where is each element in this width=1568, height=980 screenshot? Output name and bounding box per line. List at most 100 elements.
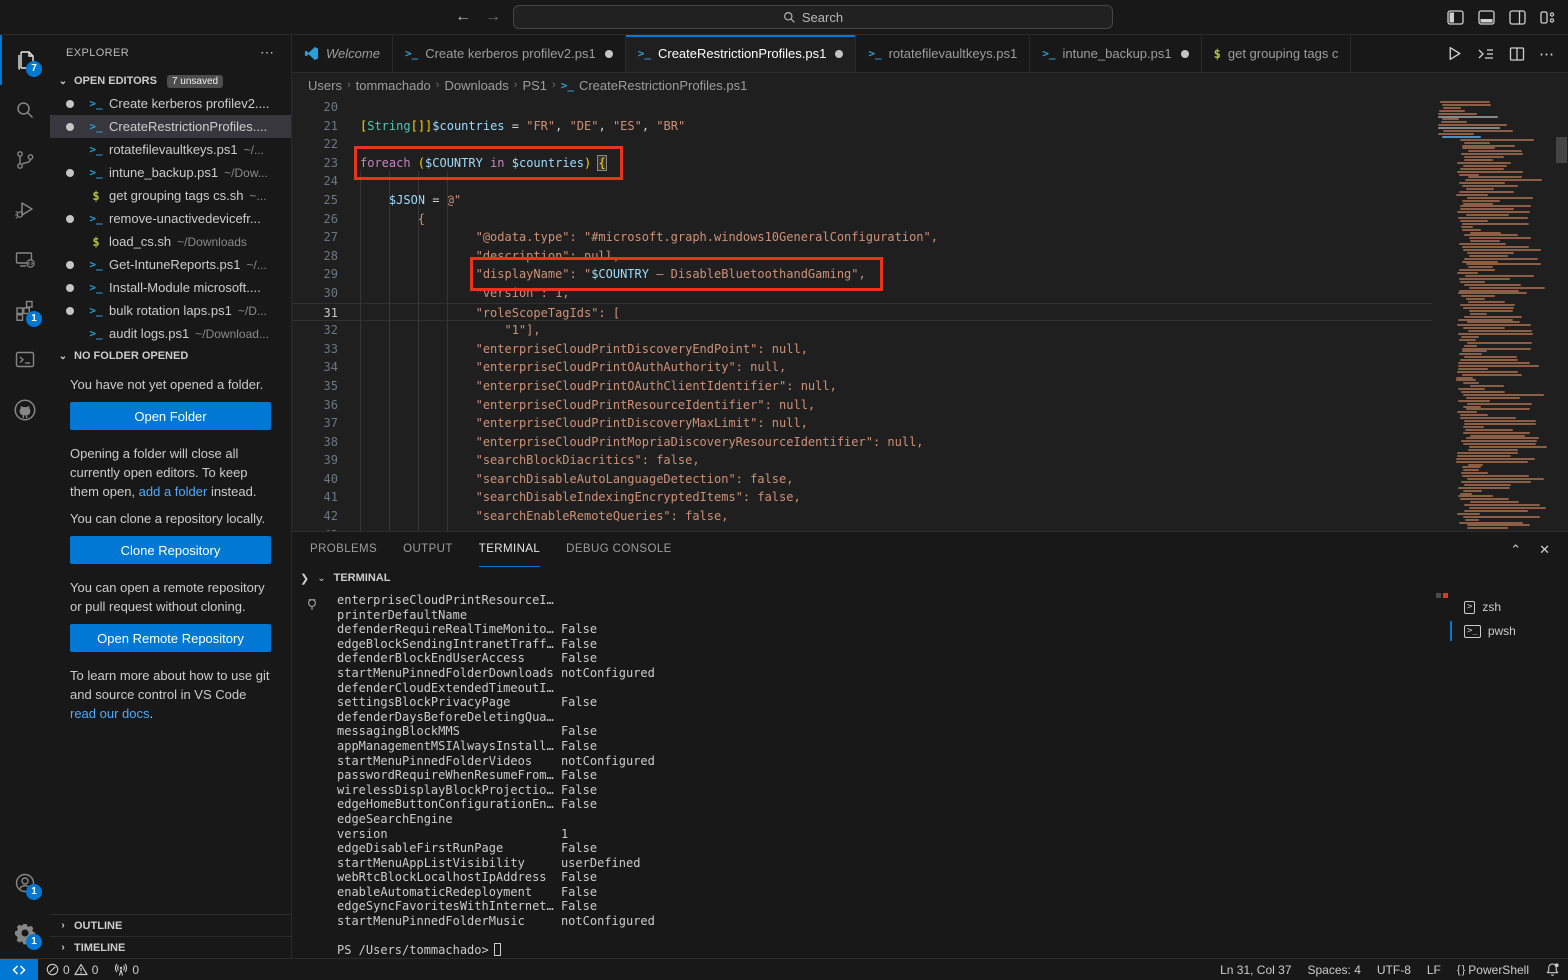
- cursor-position[interactable]: Ln 31, Col 37: [1212, 963, 1299, 977]
- line-number: 38: [292, 433, 338, 452]
- language-mode[interactable]: { } PowerShell: [1449, 963, 1537, 977]
- open-editor-item[interactable]: >_CreateRestrictionProfiles....: [50, 115, 291, 138]
- open-folder-button[interactable]: Open Folder: [70, 402, 271, 430]
- toggle-sidebar-icon[interactable]: [1447, 10, 1464, 25]
- breadcrumb-item[interactable]: tommachado: [356, 78, 431, 93]
- activity-github[interactable]: [0, 385, 50, 435]
- terminal-setting-value: False: [561, 768, 597, 782]
- panel-tab-debug-console[interactable]: DEBUG CONSOLE: [566, 532, 672, 567]
- minimap[interactable]: [1432, 97, 1554, 531]
- editor-scrollbar[interactable]: [1554, 97, 1568, 531]
- no-folder-header[interactable]: ⌄ NO FOLDER OPENED: [50, 345, 291, 367]
- activity-source-control[interactable]: [0, 135, 50, 185]
- panel-tab-problems[interactable]: PROBLEMS: [310, 532, 377, 567]
- vscode-window: ← → Search 7: [0, 0, 1568, 980]
- open-editor-item[interactable]: $load_cs.sh~/Downloads: [50, 230, 291, 253]
- editor-tab[interactable]: $get grouping tags c: [1202, 35, 1352, 72]
- panel-left-chevron-icon[interactable]: ❯: [300, 572, 309, 585]
- ports-status[interactable]: 0: [106, 959, 147, 980]
- unsaved-dot-icon: [66, 100, 74, 108]
- run-file-icon[interactable]: [1446, 45, 1463, 62]
- open-editor-item[interactable]: >_remove-unactivedevicefr...: [50, 207, 291, 230]
- timeline-section-header[interactable]: › TIMELINE: [50, 936, 291, 958]
- open-editor-item[interactable]: >_intune_backup.ps1~/Dow...: [50, 161, 291, 184]
- open-editor-item[interactable]: >_Create kerberos profilev2....: [50, 92, 291, 115]
- open-editor-item[interactable]: >_rotatefilevaultkeys.ps1~/...: [50, 138, 291, 161]
- toggle-panel-icon[interactable]: [1478, 10, 1495, 25]
- terminal-setting-value: False: [561, 739, 597, 753]
- forward-icon[interactable]: →: [485, 8, 501, 26]
- terminal-setting-value: False: [561, 899, 597, 913]
- encoding[interactable]: UTF-8: [1369, 963, 1419, 977]
- breadcrumb-item[interactable]: Downloads: [444, 78, 508, 93]
- breadcrumb-item[interactable]: PS1: [522, 78, 547, 93]
- code-lines: 2021[String[]]$countries = "FR", "DE", "…: [292, 97, 1432, 531]
- terminal-prompt[interactable]: PS /Users/tommachado>: [337, 943, 1434, 958]
- outline-section-header[interactable]: › OUTLINE: [50, 914, 291, 936]
- open-remote-repository-button[interactable]: Open Remote Repository: [70, 624, 271, 652]
- terminal-instance-pwsh[interactable]: >_pwsh: [1450, 619, 1568, 643]
- breadcrumb-item[interactable]: Users: [308, 78, 342, 93]
- editor-tab[interactable]: >_rotatefilevaultkeys.ps1: [856, 35, 1030, 72]
- command-center-search[interactable]: Search: [513, 5, 1113, 29]
- chevron-down-icon[interactable]: ⌄: [317, 573, 325, 584]
- remote-indicator[interactable]: [0, 959, 38, 980]
- read-our-docs-link[interactable]: read our docs: [70, 706, 150, 721]
- unsaved-dot-icon: [605, 50, 613, 58]
- line-content: "searchDisableAutoLanguageDetection": fa…: [360, 470, 793, 489]
- editor-tab[interactable]: >_intune_backup.ps1: [1030, 35, 1201, 72]
- code-line: 28"description": null,: [292, 247, 1432, 266]
- activity-terminal[interactable]: [0, 335, 50, 385]
- clone-repository-button[interactable]: Clone Repository: [70, 536, 271, 564]
- terminal-instance-zsh[interactable]: >zsh: [1450, 595, 1568, 619]
- terminal-setting-value: notConfigured: [561, 666, 655, 680]
- open-editor-name: load_cs.sh: [109, 234, 171, 249]
- eol-sequence[interactable]: LF: [1419, 963, 1449, 977]
- terminal-body[interactable]: enterpriseCloudPrintResourceI…printerDef…: [292, 589, 1568, 958]
- open-editor-path: ~/...: [247, 258, 267, 272]
- terminal-setting-name: edgeSyncFavoritesWithInternet…: [337, 899, 561, 914]
- panel-close-icon[interactable]: ✕: [1539, 542, 1550, 558]
- activity-settings[interactable]: 1: [0, 908, 50, 958]
- notifications[interactable]: [1537, 962, 1568, 977]
- line-content: "enterpriseCloudPrintDiscoveryMaxLimit":…: [360, 414, 808, 433]
- split-editor-icon[interactable]: [1509, 46, 1525, 62]
- editor-pane[interactable]: 2021[String[]]$countries = "FR", "DE", "…: [292, 97, 1568, 531]
- run-in-terminal-icon[interactable]: [1477, 46, 1495, 62]
- activity-remote-explorer[interactable]: [0, 235, 50, 285]
- activity-run-debug[interactable]: [0, 185, 50, 235]
- open-editor-item[interactable]: >_Get-IntuneReports.ps1~/...: [50, 253, 291, 276]
- open-editor-path: ~/D...: [238, 304, 267, 318]
- more-actions-icon[interactable]: ⋯: [1539, 45, 1554, 63]
- explorer-more-actions-icon[interactable]: ⋯: [260, 44, 275, 61]
- problems-status[interactable]: 0 0: [38, 959, 106, 980]
- activity-search[interactable]: [0, 85, 50, 135]
- open-editor-item[interactable]: >_bulk rotation laps.ps1~/D...: [50, 299, 291, 322]
- editor-tab[interactable]: Welcome: [292, 35, 393, 72]
- scrollbar-thumb[interactable]: [1556, 137, 1567, 163]
- activity-extensions[interactable]: 1: [0, 285, 50, 335]
- terminal-row: edgeSearchEngine: [337, 812, 1434, 827]
- annotation-red-box: foreach ($COUNTRY in $countries) {: [357, 156, 620, 170]
- terminal-setting-name: printerDefaultName: [337, 608, 561, 623]
- editor-tab[interactable]: >_CreateRestrictionProfiles.ps1: [626, 35, 857, 72]
- panel-tab-terminal[interactable]: TERMINAL: [479, 532, 540, 567]
- customize-layout-icon[interactable]: [1540, 10, 1556, 25]
- open-editor-item[interactable]: >_Install-Module microsoft....: [50, 276, 291, 299]
- open-editors-header[interactable]: ⌄ OPEN EDITORS 7 unsaved: [50, 70, 291, 92]
- editor-tab[interactable]: >_Create kerberos profilev2.ps1: [393, 35, 626, 72]
- no-folder-text: You have not yet opened a folder.: [70, 375, 271, 394]
- open-editor-item[interactable]: $get grouping tags cs.sh~...: [50, 184, 291, 207]
- indentation[interactable]: Spaces: 4: [1300, 963, 1369, 977]
- open-editor-item[interactable]: >_audit logs.ps1~/Download...: [50, 322, 291, 345]
- toggle-secondary-sidebar-icon[interactable]: [1509, 10, 1526, 25]
- panel-tab-output[interactable]: OUTPUT: [403, 532, 453, 567]
- activity-explorer[interactable]: 7: [0, 35, 50, 85]
- breadcrumb-file[interactable]: CreateRestrictionProfiles.ps1: [579, 78, 747, 93]
- panel-maximize-icon[interactable]: ⌃: [1510, 542, 1521, 558]
- activity-accounts[interactable]: 1: [0, 858, 50, 908]
- add-folder-link[interactable]: add a folder: [139, 484, 208, 499]
- line-number: 26: [292, 210, 338, 229]
- code-line: 43: [292, 526, 1432, 531]
- back-icon[interactable]: ←: [455, 8, 471, 26]
